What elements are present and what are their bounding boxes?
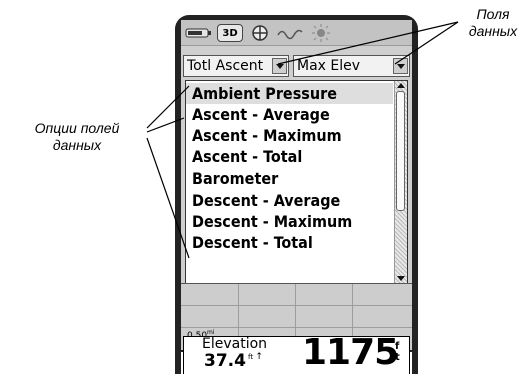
- option-descent-total[interactable]: Descent - Total: [186, 232, 393, 253]
- data-field-1[interactable]: Totl Ascent: [183, 55, 289, 77]
- option-barometer[interactable]: Barometer: [186, 168, 393, 189]
- elevation-secondary-unit: ft ↑: [248, 352, 263, 362]
- elevation-label: Elevation: [202, 336, 268, 352]
- elevation-readout: Elevation 37.4 ft ↑ 1175 f t: [183, 332, 410, 374]
- elevation-unit-top: f: [395, 341, 400, 352]
- plot-gridline: [181, 305, 412, 306]
- elevation-secondary-value: 37.4: [204, 351, 246, 371]
- status-bar: 3D: [181, 20, 412, 46]
- callout-line-1: Опции полей: [34, 120, 120, 136]
- list-scrollbar[interactable]: [394, 81, 407, 283]
- backlight-sun-icon: [309, 23, 333, 42]
- wave-icon: [277, 23, 303, 42]
- scale-unit: mi: [207, 329, 215, 336]
- secondary-unit-text: ft: [248, 353, 254, 361]
- data-field-2[interactable]: Max Elev: [293, 55, 410, 77]
- scroll-up-arrow-icon[interactable]: [397, 83, 405, 88]
- option-ascent-total[interactable]: Ascent - Total: [186, 146, 393, 167]
- up-arrow-icon: ↑: [255, 352, 263, 362]
- battery-icon: [185, 23, 213, 42]
- data-field-2-dropdown-arrow-icon[interactable]: [393, 58, 408, 74]
- elevation-unit: f t: [395, 341, 400, 363]
- option-ascent-average[interactable]: Ascent - Average: [186, 104, 393, 125]
- callout-line-2: данных: [52, 137, 102, 153]
- option-ambient-pressure[interactable]: Ambient Pressure: [186, 83, 393, 104]
- gps-3d-icon: 3D: [217, 24, 243, 42]
- callout-line-1: Поля: [476, 6, 510, 22]
- plot-gridline: [181, 327, 412, 328]
- elevation-unit-bottom: t: [395, 352, 400, 363]
- device-screen: 3D Totl Ascent Max Elev Ambient Pressure…: [181, 20, 412, 374]
- callout-line-2: данных: [468, 23, 518, 39]
- option-descent-maximum[interactable]: Descent - Maximum: [186, 211, 393, 232]
- satellite-icon: [249, 23, 271, 42]
- data-fields-callout: Поля данных: [462, 6, 524, 40]
- data-field-options-list[interactable]: Ambient Pressure Ascent - Average Ascent…: [185, 80, 408, 284]
- data-field-1-value: Totl Ascent: [187, 58, 264, 74]
- option-descent-average[interactable]: Descent - Average: [186, 190, 393, 211]
- scrollbar-thumb[interactable]: [396, 91, 405, 211]
- data-field-1-dropdown-arrow-icon[interactable]: [272, 58, 287, 74]
- options-callout: Опции полей данных: [2, 120, 152, 154]
- data-field-2-value: Max Elev: [297, 58, 361, 74]
- option-ascent-maximum[interactable]: Ascent - Maximum: [186, 125, 393, 146]
- data-fields-row: Totl Ascent Max Elev: [183, 55, 410, 77]
- elevation-value: 1175: [302, 332, 399, 373]
- scroll-down-arrow-icon[interactable]: [397, 276, 405, 281]
